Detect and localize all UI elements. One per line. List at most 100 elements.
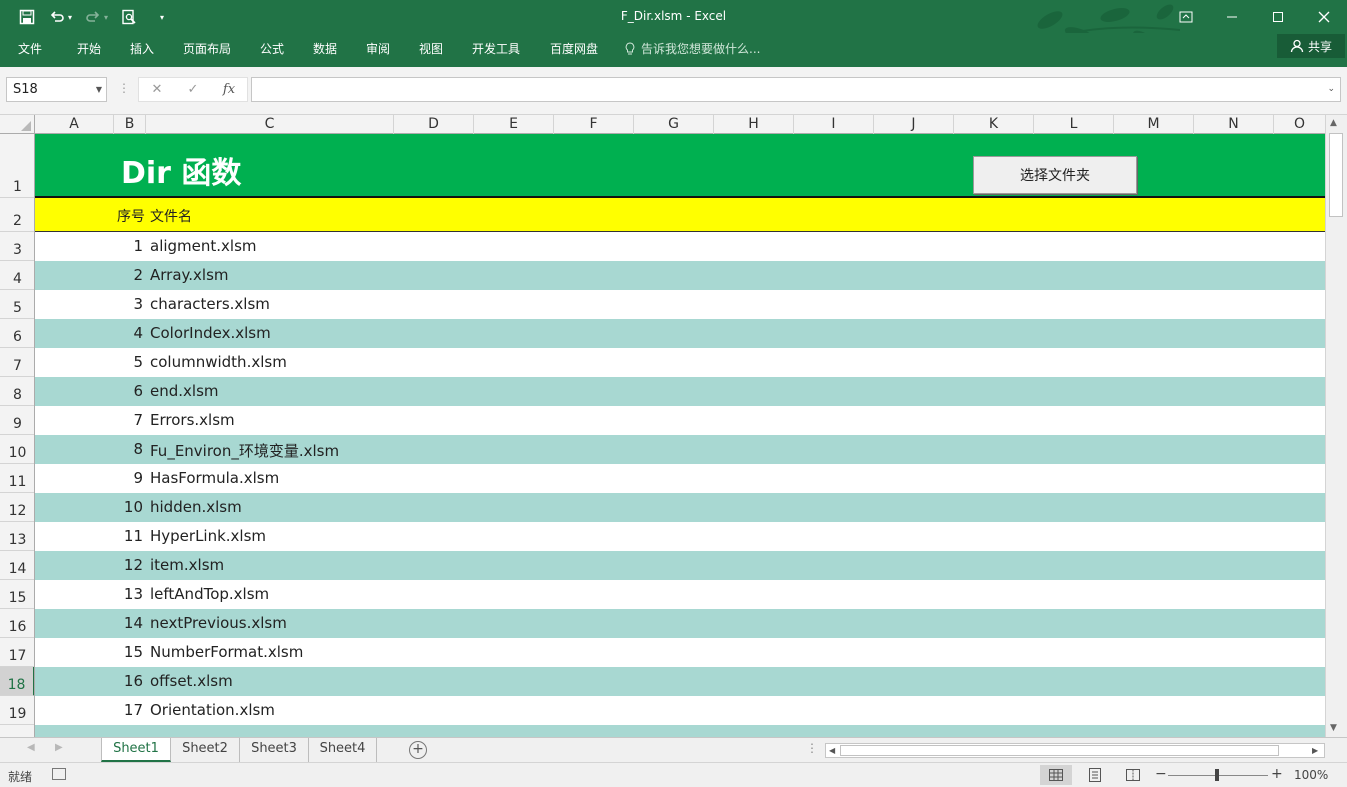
macro-recording-icon[interactable]: [52, 768, 66, 780]
tab-insert[interactable]: 插入: [123, 38, 161, 60]
next-sheet-icon[interactable]: ▶: [55, 742, 63, 753]
worksheet-grid[interactable]: Dir 函数 选择文件夹 序号 文件名 1 aligment.xlsm 2 Arra…: [35, 134, 1325, 737]
row-header-14[interactable]: 14: [0, 551, 34, 580]
horizontal-scroll-thumb[interactable]: [840, 745, 1279, 756]
row-header-18[interactable]: 18: [0, 667, 34, 696]
zoom-level[interactable]: 100%: [1294, 768, 1328, 782]
row-header-20[interactable]: [0, 725, 34, 737]
name-box[interactable]: S18 ▼: [6, 77, 107, 102]
col-header-h[interactable]: H: [714, 115, 794, 134]
zoom-out-button[interactable]: −: [1155, 766, 1167, 782]
table-row[interactable]: 1 aligment.xlsm: [35, 232, 1325, 261]
col-header-e[interactable]: E: [474, 115, 554, 134]
minimize-icon[interactable]: [1209, 0, 1255, 33]
row-header-7[interactable]: 7: [0, 348, 34, 377]
maximize-icon[interactable]: [1255, 0, 1301, 33]
table-row[interactable]: 3 characters.xlsm: [35, 290, 1325, 319]
vertical-scroll-thumb[interactable]: [1329, 133, 1343, 217]
sheet-tab-sheet3[interactable]: Sheet3: [240, 738, 309, 762]
row-header-3[interactable]: 3: [0, 232, 34, 261]
tab-baidu-netdisk[interactable]: 百度网盘: [543, 38, 605, 60]
sheet-tab-sheet1[interactable]: Sheet1: [101, 738, 171, 762]
table-row[interactable]: 9 HasFormula.xlsm: [35, 464, 1325, 493]
col-header-m[interactable]: M: [1114, 115, 1194, 134]
col-header-o[interactable]: O: [1274, 115, 1325, 134]
add-sheet-icon[interactable]: +: [409, 741, 427, 759]
table-row[interactable]: 11 HyperLink.xlsm: [35, 522, 1325, 551]
table-row[interactable]: 16 offset.xlsm: [35, 667, 1325, 696]
col-header-j[interactable]: J: [874, 115, 954, 134]
select-all-button[interactable]: [0, 115, 35, 134]
table-row[interactable]: 7 Errors.xlsm: [35, 406, 1325, 435]
table-row[interactable]: 8 Fu_Environ_环境变量.xlsm: [35, 435, 1325, 464]
scroll-up-icon[interactable]: ▲: [1330, 118, 1337, 128]
normal-view-icon[interactable]: [1040, 765, 1072, 785]
scroll-down-icon[interactable]: ▼: [1330, 723, 1337, 733]
horizontal-scrollbar[interactable]: ◀ ▶: [825, 743, 1325, 758]
col-header-c[interactable]: C: [146, 115, 394, 134]
col-header-g[interactable]: G: [634, 115, 714, 134]
zoom-slider-thumb[interactable]: [1215, 769, 1219, 781]
row-header-17[interactable]: 17: [0, 638, 34, 667]
table-row[interactable]: 6 end.xlsm: [35, 377, 1325, 406]
row-header-11[interactable]: 11: [0, 464, 34, 493]
select-folder-button[interactable]: 选择文件夹: [973, 156, 1137, 194]
table-row[interactable]: 2 Array.xlsm: [35, 261, 1325, 290]
row-header-15[interactable]: 15: [0, 580, 34, 609]
table-row[interactable]: 14 nextPrevious.xlsm: [35, 609, 1325, 638]
tab-split-handle-icon[interactable]: ⋮: [806, 741, 818, 755]
col-header-i[interactable]: I: [794, 115, 874, 134]
enter-check-icon[interactable]: ✓: [175, 82, 211, 97]
zoom-in-button[interactable]: +: [1271, 766, 1283, 782]
col-header-d[interactable]: D: [394, 115, 474, 134]
col-header-l[interactable]: L: [1034, 115, 1114, 134]
row-header-2[interactable]: 2: [0, 198, 34, 232]
row-header-16[interactable]: 16: [0, 609, 34, 638]
ribbon-display-options-icon[interactable]: [1163, 0, 1209, 33]
table-row[interactable]: [35, 725, 1325, 737]
formula-bar-grip-icon[interactable]: ⋮: [118, 81, 130, 95]
table-row[interactable]: 15 NumberFormat.xlsm: [35, 638, 1325, 667]
page-layout-view-icon[interactable]: [1079, 765, 1111, 785]
row-header-12[interactable]: 12: [0, 493, 34, 522]
expand-formula-bar-icon[interactable]: ⌄: [1327, 84, 1335, 94]
row-header-10[interactable]: 10: [0, 435, 34, 464]
tell-me-box[interactable]: 告诉我您想要做什么...: [624, 38, 760, 60]
table-row[interactable]: 5 columnwidth.xlsm: [35, 348, 1325, 377]
sheet-tab-sheet4[interactable]: Sheet4: [309, 738, 377, 762]
tab-page-layout[interactable]: 页面布局: [176, 38, 238, 60]
row-header-4[interactable]: 4: [0, 261, 34, 290]
page-break-preview-icon[interactable]: [1117, 765, 1149, 785]
table-row[interactable]: 17 Orientation.xlsm: [35, 696, 1325, 725]
tab-home[interactable]: 开始: [70, 38, 108, 60]
col-header-b[interactable]: B: [114, 115, 146, 134]
tab-data[interactable]: 数据: [306, 38, 344, 60]
row-header-5[interactable]: 5: [0, 290, 34, 319]
scroll-left-icon[interactable]: ◀: [829, 744, 835, 757]
close-icon[interactable]: [1301, 0, 1347, 33]
sheet-tab-sheet2[interactable]: Sheet2: [171, 738, 240, 762]
row-header-19[interactable]: 19: [0, 696, 34, 725]
share-button[interactable]: 共享: [1277, 34, 1345, 58]
prev-sheet-icon[interactable]: ◀: [27, 742, 35, 753]
name-box-dropdown-icon[interactable]: ▼: [96, 78, 102, 101]
table-row[interactable]: 13 leftAndTop.xlsm: [35, 580, 1325, 609]
col-header-k[interactable]: K: [954, 115, 1034, 134]
vertical-scrollbar[interactable]: ▲ ▼: [1325, 115, 1347, 737]
table-row[interactable]: 12 item.xlsm: [35, 551, 1325, 580]
tab-file[interactable]: 文件: [12, 38, 48, 60]
tab-developer[interactable]: 开发工具: [465, 38, 527, 60]
formula-input[interactable]: ⌄: [251, 77, 1341, 102]
tab-review[interactable]: 审阅: [359, 38, 397, 60]
tab-view[interactable]: 视图: [412, 38, 450, 60]
col-header-f[interactable]: F: [554, 115, 634, 134]
tab-formulas[interactable]: 公式: [253, 38, 291, 60]
table-row[interactable]: 10 hidden.xlsm: [35, 493, 1325, 522]
row-header-1[interactable]: 1: [0, 134, 34, 198]
table-row[interactable]: 4 ColorIndex.xlsm: [35, 319, 1325, 348]
row-header-9[interactable]: 9: [0, 406, 34, 435]
row-header-8[interactable]: 8: [0, 377, 34, 406]
col-header-a[interactable]: A: [35, 115, 114, 134]
row-header-6[interactable]: 6: [0, 319, 34, 348]
insert-function-button[interactable]: fx: [211, 82, 247, 97]
